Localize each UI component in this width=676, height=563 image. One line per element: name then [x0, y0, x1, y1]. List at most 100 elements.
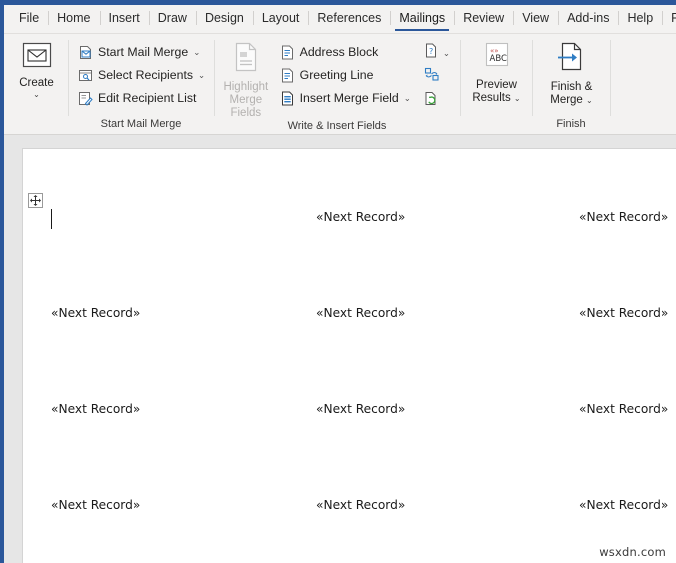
ribbon-group-finish-title: Finish — [556, 118, 586, 130]
envelope-icon — [22, 42, 52, 73]
tab-insert-label: Insert — [108, 11, 140, 25]
ribbon: File Home Insert Draw Design Layout Refe… — [4, 5, 676, 135]
document-canvas[interactable]: «Next Record» «Next Record» «Next Record… — [4, 136, 676, 563]
tab-add-ins-label: Add-ins — [567, 11, 610, 25]
ribbon-groups: Create ⌄ Start Mail Merge ⌄ Select Recip… — [4, 34, 676, 135]
preview-results-abc-icon: «» ABC — [481, 42, 513, 75]
highlight-merge-fields-label-1: Highlight — [223, 81, 269, 93]
merge-field-next-record[interactable]: «Next Record» — [579, 498, 668, 513]
edit-recipient-list-icon — [78, 91, 93, 106]
merge-field-next-record[interactable]: «Next Record» — [51, 402, 140, 417]
chevron-down-icon: ⌄ — [513, 94, 521, 103]
merge-field-next-record[interactable]: «Next Record» — [316, 306, 405, 321]
chevron-down-icon: ⌄ — [198, 69, 206, 80]
address-block-button[interactable]: Address Block — [277, 41, 414, 63]
highlight-merge-fields-label-2: Merge Fields — [229, 94, 263, 119]
ribbon-group-start-mail-merge: Start Mail Merge ⌄ Select Recipients ⌄ E… — [68, 34, 214, 134]
create-button-label: Create — [19, 77, 54, 89]
tab-foxit-reader-label: Foxit Re — [671, 11, 676, 25]
chevron-down-icon: ⌄ — [586, 96, 593, 105]
merge-field-next-record[interactable]: «Next Record» — [579, 402, 668, 417]
highlight-merge-fields-icon — [232, 42, 260, 77]
tab-home[interactable]: Home — [48, 8, 99, 33]
finish-and-merge-button[interactable]: Finish & Merge ⌄ — [541, 40, 603, 107]
word-window: File Home Insert Draw Design Layout Refe… — [0, 0, 676, 563]
finish-and-merge-icon — [555, 42, 589, 77]
update-labels-icon — [424, 91, 439, 111]
tab-home-label: Home — [57, 11, 91, 25]
chevron-down-icon: ⌄ — [442, 47, 450, 58]
greeting-line-icon — [280, 68, 295, 83]
update-labels-button[interactable] — [422, 90, 452, 112]
svg-text:?: ? — [429, 47, 433, 56]
tab-file[interactable]: File — [10, 8, 48, 33]
svg-text:ABC: ABC — [489, 54, 506, 64]
preview-results-label-1: Preview — [476, 79, 517, 91]
insert-merge-field-button[interactable]: Insert Merge Field ⌄ — [277, 87, 414, 109]
preview-results-button[interactable]: «» ABC Preview Results ⌄ — [467, 40, 526, 105]
finish-and-merge-label-2: Merge ⌄ — [550, 94, 593, 106]
ribbon-group-preview-results-title — [460, 131, 532, 134]
select-recipients-label: Select Recipients — [98, 68, 194, 82]
tab-layout[interactable]: Layout — [252, 8, 309, 33]
merge-field-next-record[interactable]: «Next Record» — [579, 210, 668, 225]
merge-field-next-record[interactable]: «Next Record» — [51, 498, 140, 513]
ribbon-group-create-title — [4, 118, 68, 134]
rules-icon: ? — [424, 43, 439, 63]
select-recipients-button[interactable]: Select Recipients ⌄ — [75, 64, 208, 86]
address-block-icon — [280, 45, 295, 60]
tab-add-ins[interactable]: Add-ins — [558, 8, 618, 33]
tab-draw[interactable]: Draw — [148, 8, 196, 33]
tab-design-label: Design — [204, 11, 244, 25]
ribbon-tab-bar: File Home Insert Draw Design Layout Refe… — [4, 5, 676, 34]
chevron-down-icon: ⌄ — [403, 92, 411, 103]
insert-merge-field-icon — [280, 91, 295, 106]
tab-design[interactable]: Design — [195, 8, 253, 33]
ribbon-group-start-mail-merge-title: Start Mail Merge — [100, 118, 182, 130]
document-page[interactable]: «Next Record» «Next Record» «Next Record… — [22, 148, 676, 563]
tab-mailings-label: Mailings — [399, 11, 446, 25]
tab-review[interactable]: Review — [454, 8, 513, 33]
merge-field-next-record[interactable]: «Next Record» — [579, 306, 668, 321]
edit-recipient-list-label: Edit Recipient List — [98, 91, 197, 105]
greeting-line-button[interactable]: Greeting Line — [277, 64, 414, 86]
merge-field-next-record[interactable]: «Next Record» — [316, 498, 405, 513]
create-button[interactable]: Create ⌄ — [11, 40, 62, 99]
edit-recipient-list-button[interactable]: Edit Recipient List — [75, 87, 208, 109]
ribbon-group-write-insert-fields: Highlight Merge Fields Address Block Gre… — [214, 34, 460, 134]
start-mail-merge-button[interactable]: Start Mail Merge ⌄ — [75, 41, 208, 63]
tab-help-label: Help — [627, 11, 654, 25]
merge-field-next-record[interactable]: «Next Record» — [316, 210, 405, 225]
text-cursor — [51, 209, 52, 229]
ribbon-group-finish: Finish & Merge ⌄ Finish — [532, 34, 610, 134]
address-block-label: Address Block — [299, 45, 379, 59]
tab-layout-label: Layout — [261, 11, 300, 25]
match-fields-button[interactable] — [422, 66, 452, 88]
table-move-handle[interactable] — [28, 193, 43, 208]
match-fields-icon — [424, 67, 440, 87]
tab-references-label: References — [317, 11, 382, 25]
rules-button[interactable]: ? ⌄ — [422, 42, 452, 64]
start-mail-merge-icon — [78, 45, 93, 60]
tab-draw-label: Draw — [157, 11, 187, 25]
tab-help[interactable]: Help — [618, 8, 662, 33]
watermark-text: wsxdn.com — [599, 545, 666, 559]
tab-references[interactable]: References — [308, 8, 390, 33]
merge-field-next-record[interactable]: «Next Record» — [51, 306, 140, 321]
tab-mailings[interactable]: Mailings — [390, 8, 454, 33]
tab-view-label: View — [522, 11, 550, 25]
insert-merge-field-label: Insert Merge Field — [299, 91, 399, 105]
ribbon-group-create: Create ⌄ — [4, 34, 68, 134]
tab-insert[interactable]: Insert — [99, 8, 149, 33]
preview-results-label-2: Results ⌄ — [472, 92, 521, 104]
tab-foxit-reader[interactable]: Foxit Re — [662, 8, 676, 33]
chevron-down-icon: ⌄ — [193, 46, 201, 57]
chevron-down-icon: ⌄ — [33, 90, 40, 99]
ribbon-group-preview-results: «» ABC Preview Results ⌄ — [460, 34, 532, 134]
merge-field-next-record[interactable]: «Next Record» — [316, 402, 405, 417]
highlight-merge-fields-button[interactable]: Highlight Merge Fields — [221, 40, 271, 120]
ribbon-group-spacer — [610, 34, 676, 134]
start-mail-merge-label: Start Mail Merge — [98, 45, 189, 59]
tab-view[interactable]: View — [513, 8, 558, 33]
greeting-line-label: Greeting Line — [299, 68, 374, 82]
